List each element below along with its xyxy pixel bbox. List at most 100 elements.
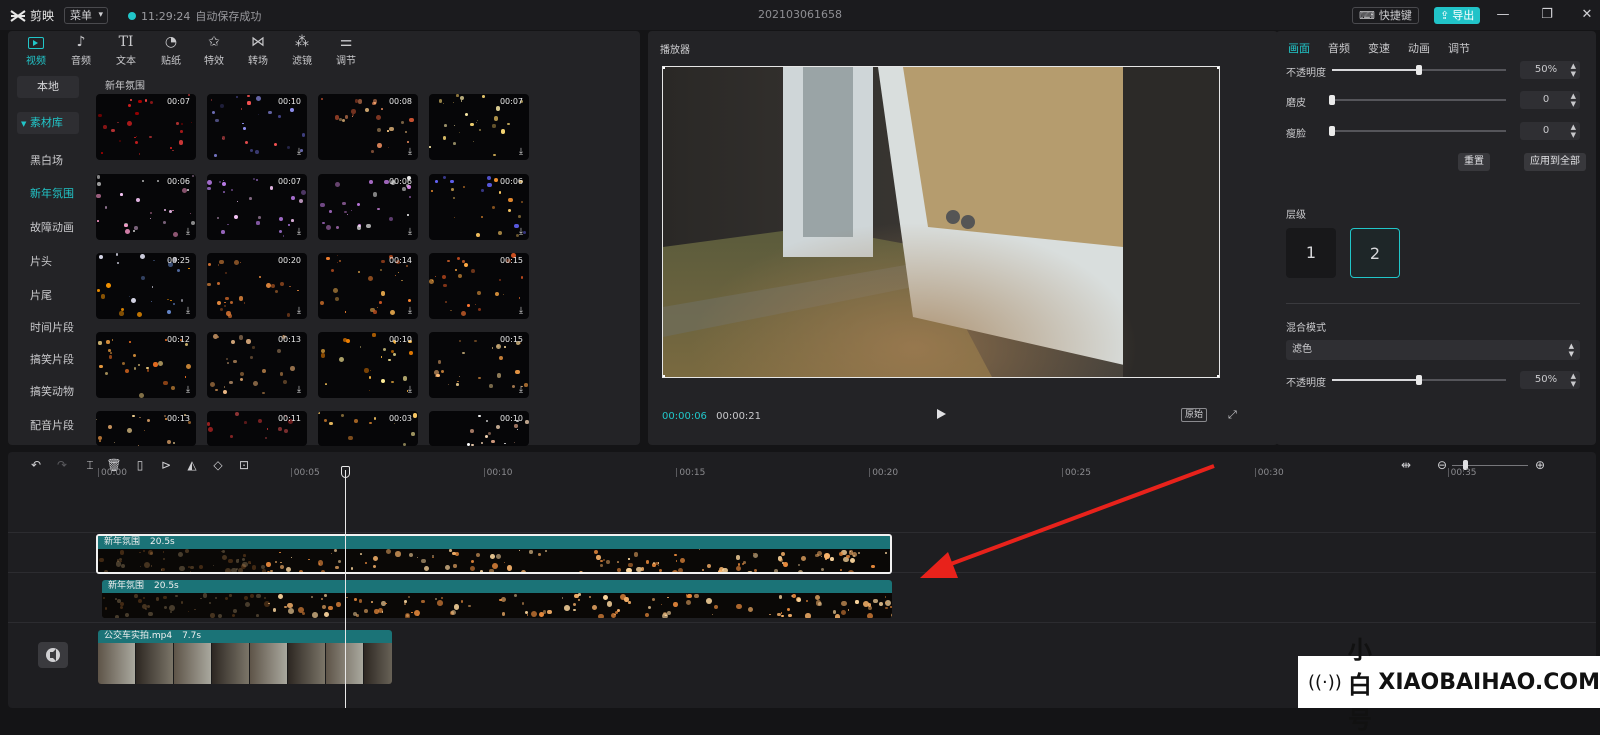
tab-effects[interactable]: ✩特效 xyxy=(196,31,232,67)
media-thumb[interactable]: 00:15⤓ xyxy=(429,332,529,398)
tab-audio-props[interactable]: 音频 xyxy=(1328,40,1368,56)
media-thumb[interactable]: 00:03 xyxy=(318,411,418,446)
track-mute-button[interactable] xyxy=(38,642,68,668)
time-ruler[interactable]: 00:0000:0500:1000:1500:2000:2500:3000:35 xyxy=(8,466,1596,484)
sidebar-item-funny[interactable]: 搞笑片段 xyxy=(30,351,74,367)
playhead[interactable] xyxy=(345,470,346,708)
download-icon[interactable]: ⤓ xyxy=(297,306,301,316)
stepper-icon[interactable]: ▲▼ xyxy=(1571,372,1576,388)
media-thumb[interactable]: 00:07⤓ xyxy=(207,174,307,240)
download-icon[interactable]: ⤓ xyxy=(297,385,301,395)
close-icon[interactable]: ✕ xyxy=(1578,6,1596,24)
clip-newyear-selected[interactable]: 新年氛围20.5s xyxy=(96,534,892,574)
media-thumb[interactable]: 00:06⤓ xyxy=(96,174,196,240)
media-thumb[interactable]: 00:07⤓ xyxy=(429,94,529,160)
download-icon[interactable]: ⤓ xyxy=(519,147,523,157)
download-icon[interactable]: ⤓ xyxy=(519,306,523,316)
play-icon[interactable] xyxy=(934,407,948,421)
hotkey-button[interactable]: ⌨快捷键 xyxy=(1352,7,1419,24)
clip-bus-video[interactable]: 公交车实拍.mp47.7s xyxy=(98,630,392,684)
slider-knob[interactable] xyxy=(1416,375,1422,385)
tab-picture[interactable]: 画面 xyxy=(1288,40,1328,56)
download-icon[interactable]: ⤓ xyxy=(297,147,301,157)
sidebar-item-newyear[interactable]: 新年氛围 xyxy=(30,185,74,201)
media-thumb[interactable]: 00:12⤓ xyxy=(96,332,196,398)
media-thumb[interactable]: 00:07 xyxy=(96,94,196,160)
download-icon[interactable]: ⤓ xyxy=(519,227,523,237)
media-thumb[interactable]: 00:06⤓ xyxy=(429,174,529,240)
download-icon[interactable]: ⤓ xyxy=(186,385,190,395)
media-thumb[interactable]: 00:13 xyxy=(96,411,196,446)
sidebar-item-glitch[interactable]: 故障动画 xyxy=(30,219,74,235)
stepper-icon[interactable]: ▲▼ xyxy=(1571,123,1576,139)
tab-text[interactable]: TI文本 xyxy=(108,31,144,67)
media-thumb[interactable]: 00:14⤓ xyxy=(318,253,418,319)
slim-slider[interactable] xyxy=(1332,130,1506,132)
media-thumb[interactable]: 00:10⤓ xyxy=(318,332,418,398)
opacity-slider[interactable] xyxy=(1332,69,1506,71)
tab-audio[interactable]: ♪音频 xyxy=(63,31,99,67)
opacity2-value[interactable]: 50%▲▼ xyxy=(1520,371,1580,389)
stepper-icon[interactable]: ▲▼ xyxy=(1571,62,1576,78)
slim-value[interactable]: 0▲▼ xyxy=(1520,122,1580,140)
minimize-icon[interactable]: — xyxy=(1494,6,1512,24)
maximize-icon[interactable]: ❐ xyxy=(1538,6,1556,24)
opacity-value[interactable]: 50%▲▼ xyxy=(1520,61,1580,79)
tab-speed[interactable]: 变速 xyxy=(1368,40,1408,56)
layer-2[interactable]: 2 xyxy=(1350,228,1400,278)
menu-button[interactable]: 菜单▾ xyxy=(64,7,108,24)
media-thumb[interactable]: 00:15⤓ xyxy=(429,253,529,319)
crop-handle[interactable] xyxy=(662,375,665,378)
tab-sticker[interactable]: ◔贴纸 xyxy=(153,31,189,67)
smooth-value[interactable]: 0▲▼ xyxy=(1520,91,1580,109)
media-thumb[interactable]: 00:11 xyxy=(207,411,307,446)
download-icon[interactable]: ⤓ xyxy=(186,306,190,316)
reset-button[interactable]: 重置 xyxy=(1458,153,1490,171)
slider-knob[interactable] xyxy=(1329,126,1335,136)
sidebar-item-intro[interactable]: 片头 xyxy=(30,253,52,269)
media-thumb[interactable]: 00:10⤓ xyxy=(207,94,307,160)
tab-video[interactable]: 视频 xyxy=(18,31,54,67)
tab-adjust[interactable]: ⚌调节 xyxy=(328,31,364,67)
media-thumb[interactable]: 00:10 xyxy=(429,411,529,446)
download-icon[interactable]: ⤓ xyxy=(408,227,412,237)
opacity2-slider[interactable] xyxy=(1332,379,1506,381)
download-icon[interactable]: ⤓ xyxy=(519,385,523,395)
tab-adjust-props[interactable]: 调节 xyxy=(1448,40,1488,56)
download-icon[interactable]: ⤓ xyxy=(408,385,412,395)
download-icon[interactable]: ⤓ xyxy=(297,227,301,237)
download-icon[interactable]: ⤓ xyxy=(186,227,190,237)
library-button[interactable]: ▼ 素材库 xyxy=(17,112,79,134)
stepper-icon[interactable]: ▲▼ xyxy=(1571,92,1576,108)
export-button[interactable]: ⇪导出 xyxy=(1434,7,1480,24)
slider-knob[interactable] xyxy=(1416,65,1422,75)
media-thumb[interactable]: 00:20⤓ xyxy=(207,253,307,319)
crop-handle[interactable] xyxy=(1217,375,1220,378)
media-thumb[interactable]: 00:06⤓ xyxy=(318,174,418,240)
ratio-button[interactable]: 原始 xyxy=(1181,408,1207,422)
sidebar-item-outro[interactable]: 片尾 xyxy=(30,287,52,303)
slider-knob[interactable] xyxy=(1329,95,1335,105)
tab-filter[interactable]: ⁂滤镜 xyxy=(284,31,320,67)
tab-transition[interactable]: ⋈转场 xyxy=(240,31,276,67)
video-preview[interactable] xyxy=(662,66,1220,378)
download-icon[interactable]: ⤓ xyxy=(408,306,412,316)
sidebar-item-blackwhite[interactable]: 黑白场 xyxy=(30,152,63,168)
crop-handle[interactable] xyxy=(662,66,665,69)
crop-handle[interactable] xyxy=(1217,66,1220,69)
apply-all-button[interactable]: 应用到全部 xyxy=(1524,153,1586,171)
media-thumb[interactable]: 00:13⤓ xyxy=(207,332,307,398)
sidebar-item-time[interactable]: 时间片段 xyxy=(30,319,74,335)
media-thumb[interactable]: 00:08⤓ xyxy=(318,94,418,160)
sidebar-item-dubbing[interactable]: 配音片段 xyxy=(30,417,74,433)
download-icon[interactable]: ⤓ xyxy=(408,147,412,157)
clip-newyear[interactable]: 新年氛围20.5s xyxy=(102,580,892,618)
blend-mode-select[interactable]: 滤色▲▼ xyxy=(1286,340,1580,360)
tab-animation[interactable]: 动画 xyxy=(1408,40,1448,56)
layer-1[interactable]: 1 xyxy=(1286,228,1336,278)
fullscreen-icon[interactable]: ⤢ xyxy=(1228,408,1240,420)
smooth-slider[interactable] xyxy=(1332,99,1506,101)
local-button[interactable]: 本地 xyxy=(17,76,79,98)
media-thumb[interactable]: 00:25⤓ xyxy=(96,253,196,319)
sidebar-item-funny-animals[interactable]: 搞笑动物 xyxy=(30,383,74,399)
